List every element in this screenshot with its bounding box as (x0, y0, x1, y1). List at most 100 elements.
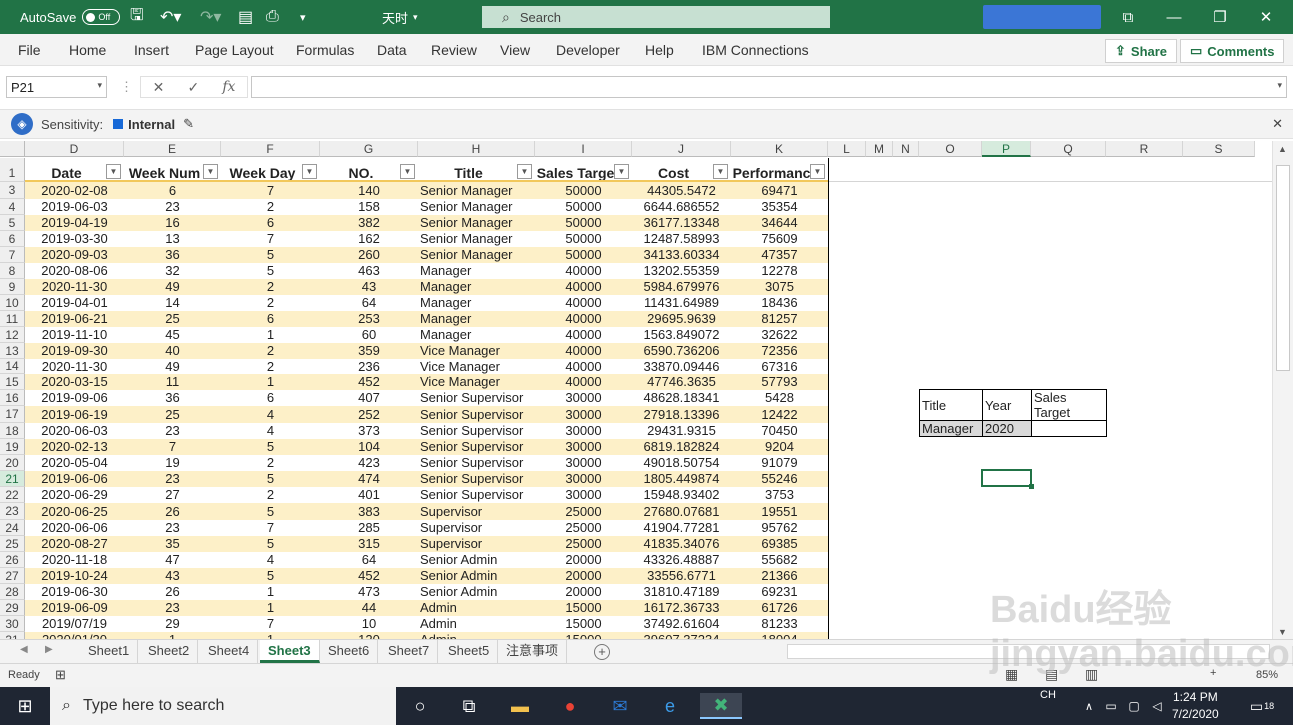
table-cell[interactable]: 50000 (535, 231, 632, 247)
table-cell[interactable]: 423 (320, 455, 418, 471)
table-cell[interactable]: 2020-06-25 (25, 503, 124, 520)
lookup-cell[interactable]: Year (982, 389, 1032, 421)
search-box[interactable]: ⌕ Search (482, 6, 830, 28)
table-cell[interactable]: 4 (221, 423, 320, 439)
filter-dropdown-icon[interactable]: ▼ (517, 164, 532, 179)
zoom-in-icon[interactable]: + (1210, 667, 1216, 679)
table-cell[interactable]: 2 (221, 487, 320, 503)
row-header[interactable]: 23 (0, 503, 25, 520)
filter-dropdown-icon[interactable]: ▼ (203, 164, 218, 179)
table-cell[interactable]: 2020-08-27 (25, 536, 124, 552)
table-cell[interactable]: 1805.449874 (632, 471, 731, 487)
table-cell[interactable]: 29 (124, 616, 221, 632)
table-cell[interactable]: 6 (124, 182, 221, 199)
row-header[interactable]: 4 (0, 199, 25, 215)
table-cell[interactable]: Manager (418, 311, 535, 327)
file-explorer-icon[interactable]: ▬ (506, 693, 534, 719)
scroll-up-icon[interactable]: ▲ (1278, 144, 1287, 154)
volume-icon[interactable]: ◁ (1143, 693, 1171, 719)
table-cell[interactable]: Senior Admin (418, 568, 535, 584)
table-cell[interactable]: 16172.36733 (632, 600, 731, 616)
tab-file[interactable]: File (18, 42, 41, 58)
table-cell[interactable]: Supervisor (418, 520, 535, 536)
table-cell[interactable]: 2020-11-18 (25, 552, 124, 568)
table-cell[interactable]: 36 (124, 390, 221, 406)
table-cell[interactable]: 60 (320, 327, 418, 343)
table-cell[interactable]: 43326.48887 (632, 552, 731, 568)
excel-icon[interactable]: ✖ (700, 693, 742, 719)
table-cell[interactable]: Senior Supervisor (418, 471, 535, 487)
lookup-cell[interactable] (1031, 420, 1107, 437)
table-cell[interactable]: 1563.849072 (632, 327, 731, 343)
table-cell[interactable]: 19551 (731, 503, 828, 520)
table-cell[interactable]: 40000 (535, 327, 632, 343)
table-cell[interactable]: 50000 (535, 182, 632, 199)
table-cell[interactable]: 162 (320, 231, 418, 247)
column-header-d[interactable]: D (25, 141, 124, 157)
table-cell[interactable]: 383 (320, 503, 418, 520)
scroll-thumb[interactable] (1276, 165, 1290, 371)
table-cell[interactable]: Senior Manager (418, 182, 535, 199)
outlook-icon[interactable]: ✉ (606, 693, 634, 719)
table-cell[interactable]: 252 (320, 406, 418, 423)
row-header[interactable]: 5 (0, 215, 25, 231)
table-cell[interactable]: 44305.5472 (632, 182, 731, 199)
table-cell[interactable]: 2020-05-04 (25, 455, 124, 471)
normal-view-icon[interactable]: ▦ (1005, 666, 1018, 683)
table-cell[interactable]: 1 (221, 374, 320, 390)
table-cell[interactable]: 48628.18341 (632, 390, 731, 406)
tab-review[interactable]: Review (431, 42, 477, 58)
column-header-h[interactable]: H (418, 141, 535, 157)
sheet-tab[interactable]: Sheet6 (320, 640, 379, 663)
table-cell[interactable]: Senior Manager (418, 215, 535, 231)
active-cell-selection[interactable] (981, 469, 1034, 489)
minimize-icon[interactable]: — (1151, 0, 1197, 34)
lookup-cell[interactable]: 2020 (982, 420, 1032, 437)
table-cell[interactable]: 2019-03-30 (25, 231, 124, 247)
table-cell[interactable]: 30000 (535, 471, 632, 487)
chrome-icon[interactable]: ● (556, 693, 584, 719)
sheet-tab[interactable]: Sheet5 (440, 640, 499, 663)
page-layout-view-icon[interactable]: ▤ (1045, 666, 1058, 683)
table-cell[interactable]: 2 (221, 295, 320, 311)
redo-icon[interactable]: ↷▾ (200, 0, 221, 34)
table-cell[interactable]: 40 (124, 343, 221, 359)
column-header-q[interactable]: Q (1031, 141, 1106, 157)
table-cell[interactable]: Admin (418, 632, 535, 639)
table-cell[interactable]: 26 (124, 584, 221, 600)
table-cell[interactable]: 64 (320, 552, 418, 568)
table-cell[interactable]: 1 (221, 584, 320, 600)
table-cell[interactable]: 30000 (535, 406, 632, 423)
table-cell[interactable]: 2019-06-30 (25, 584, 124, 600)
row-header[interactable]: 28 (0, 584, 25, 600)
table-cell[interactable]: 15000 (535, 616, 632, 632)
table-cell[interactable]: 27 (124, 487, 221, 503)
tab-page-layout[interactable]: Page Layout (195, 42, 274, 58)
column-header-r[interactable]: R (1106, 141, 1183, 157)
table-cell[interactable]: 57793 (731, 374, 828, 390)
table-cell[interactable]: 7 (124, 439, 221, 455)
expand-formula-icon[interactable]: ▾ (1277, 80, 1282, 91)
table-cell[interactable]: 23 (124, 423, 221, 439)
tab-developer[interactable]: Developer (556, 42, 620, 58)
table-cell[interactable]: 315 (320, 536, 418, 552)
table-cell[interactable]: 260 (320, 247, 418, 263)
camera-icon[interactable]: ⎙ (266, 0, 279, 34)
table-cell[interactable]: 45 (124, 327, 221, 343)
filter-dropdown-icon[interactable]: ▼ (302, 164, 317, 179)
table-cell[interactable]: 7 (221, 182, 320, 199)
table-cell[interactable]: 6 (221, 215, 320, 231)
table-cell[interactable]: 47357 (731, 247, 828, 263)
table-cell[interactable]: 25 (124, 406, 221, 423)
table-cell[interactable]: 2019-11-10 (25, 327, 124, 343)
tab-formulas[interactable]: Formulas (296, 42, 354, 58)
zoom-level[interactable]: 85% (1256, 669, 1278, 681)
table-cell[interactable]: 72356 (731, 343, 828, 359)
table-cell[interactable]: 2020-06-06 (25, 520, 124, 536)
add-sheet-icon[interactable]: + (594, 644, 610, 660)
table-cell[interactable]: 5 (221, 247, 320, 263)
table-cell[interactable]: 2020-11-30 (25, 279, 124, 295)
autosave-toggle[interactable]: Off (82, 9, 121, 25)
form-icon[interactable]: ▤ (238, 0, 253, 34)
lookup-cell[interactable]: Manager (919, 420, 983, 437)
